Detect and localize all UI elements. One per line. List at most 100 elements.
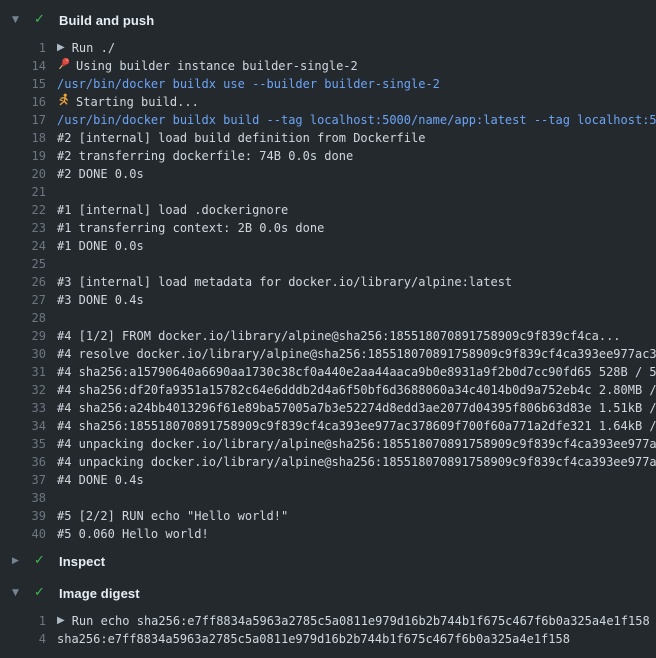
line-number[interactable]: 19 [0, 147, 46, 165]
log-line-text: #3 [internal] load metadata for docker.i… [57, 273, 512, 291]
log-line: 36 #4 unpacking docker.io/library/alpine… [0, 453, 656, 471]
line-number[interactable]: 27 [0, 291, 46, 309]
log-line-text: #1 [internal] load .dockerignore [57, 201, 288, 219]
log-line: 16 Starting build... [0, 93, 656, 111]
caret-down-icon[interactable]: ▼ [12, 583, 26, 603]
line-number[interactable]: 40 [0, 525, 46, 543]
line-number[interactable]: 14 [0, 57, 46, 75]
log-line: 17 /usr/bin/docker buildx build --tag lo… [0, 111, 656, 129]
log-line: 31 #4 sha256:a15790640a6690aa1730c38cf0a… [0, 363, 656, 381]
log-line: 30 #4 resolve docker.io/library/alpine@s… [0, 345, 656, 363]
log-line-text: #2 transferring dockerfile: 74B 0.0s don… [57, 147, 353, 165]
log-line-text: Using builder instance builder-single-2 [76, 57, 358, 75]
log-line: 1 ▶ Run echo sha256:e7ff8834a5963a2785c5a… [0, 612, 656, 630]
log-line-text: #4 sha256:df20fa9351a15782c64e6dddb2d4a6… [57, 381, 656, 399]
line-number[interactable]: 18 [0, 129, 46, 147]
log-line-text: #4 unpacking docker.io/library/alpine@sh… [57, 453, 656, 471]
log-line: 1 ▶ Run ./ [0, 39, 656, 57]
log-line: 24 #1 DONE 0.0s [0, 237, 656, 255]
log-section: ▶ ✓ Inspect [0, 551, 656, 571]
line-number[interactable]: 34 [0, 417, 46, 435]
log-line: 21 [0, 183, 656, 201]
line-number[interactable]: 1 [0, 39, 46, 57]
log-line-text: #4 resolve docker.io/library/alpine@sha2… [57, 345, 656, 363]
log-line-text: /usr/bin/docker buildx use --builder bui… [57, 75, 440, 93]
line-number[interactable]: 30 [0, 345, 46, 363]
log-line: 4 sha256:e7ff8834a5963a2785c5a0811e979d1… [0, 630, 656, 648]
success-check-icon: ✓ [34, 551, 49, 571]
log-line: 25 [0, 255, 656, 273]
section-title: Build and push [59, 13, 154, 28]
caret-right-icon[interactable]: ▶ [12, 551, 26, 571]
log-line: 22 #1 [internal] load .dockerignore [0, 201, 656, 219]
line-number[interactable]: 38 [0, 489, 46, 507]
line-number[interactable]: 26 [0, 273, 46, 291]
line-number[interactable]: 15 [0, 75, 46, 93]
log-line: 26 #3 [internal] load metadata for docke… [0, 273, 656, 291]
log-line: 28 [0, 309, 656, 327]
line-number[interactable]: 22 [0, 201, 46, 219]
success-check-icon: ✓ [34, 583, 49, 603]
log-line-text: #4 unpacking docker.io/library/alpine@sh… [57, 435, 656, 453]
log-lines: 1 ▶ Run echo sha256:e7ff8834a5963a2785c5a… [0, 603, 656, 656]
log-line-text: #2 DONE 0.0s [57, 165, 144, 183]
log-line: 35 #4 unpacking docker.io/library/alpine… [0, 435, 656, 453]
log-line: 38 [0, 489, 656, 507]
section-header[interactable]: ▼ ✓ Build and push [0, 10, 656, 30]
log-line: 37 #4 DONE 0.4s [0, 471, 656, 489]
section-header[interactable]: ▼ ✓ Image digest [0, 583, 656, 603]
log-line: 40 #5 0.060 Hello world! [0, 525, 656, 543]
group-caret-icon[interactable]: ▶ [57, 39, 65, 57]
caret-down-icon[interactable]: ▼ [12, 10, 26, 30]
log-line-text: #1 DONE 0.0s [57, 237, 144, 255]
log-line-text: #2 [internal] load build definition from… [57, 129, 425, 147]
log-line-text: #4 [1/2] FROM docker.io/library/alpine@s… [57, 327, 621, 345]
log-line-text: #4 DONE 0.4s [57, 471, 144, 489]
log-line-text: #3 DONE 0.4s [57, 291, 144, 309]
log-line: 32 #4 sha256:df20fa9351a15782c64e6dddb2d… [0, 381, 656, 399]
group-caret-icon[interactable]: ▶ [57, 612, 65, 630]
log-line-text: #5 0.060 Hello world! [57, 525, 209, 543]
log-line: 39 #5 [2/2] RUN echo "Hello world!" [0, 507, 656, 525]
log-line-text: Run ./ [72, 39, 115, 57]
line-number[interactable]: 31 [0, 363, 46, 381]
line-number[interactable]: 16 [0, 93, 46, 111]
log-line: 20 #2 DONE 0.0s [0, 165, 656, 183]
line-number[interactable]: 36 [0, 453, 46, 471]
log-lines: 1 ▶ Run ./ 14 Using builder instance buil… [0, 30, 656, 551]
log-line: 18 #2 [internal] load build definition f… [0, 129, 656, 147]
line-number[interactable]: 33 [0, 399, 46, 417]
line-number[interactable]: 24 [0, 237, 46, 255]
log-line-text: #4 sha256:a15790640a6690aa1730c38cf0a440… [57, 363, 656, 381]
line-number[interactable]: 29 [0, 327, 46, 345]
line-number[interactable]: 23 [0, 219, 46, 237]
section-header[interactable]: ▶ ✓ Inspect [0, 551, 656, 571]
section-title: Image digest [59, 586, 140, 601]
log-line-text: /usr/bin/docker buildx build --tag local… [57, 111, 656, 129]
log-line: 15 /usr/bin/docker buildx use --builder … [0, 75, 656, 93]
line-number[interactable]: 20 [0, 165, 46, 183]
log-section: ▼ ✓ Image digest 1 ▶ Run echo sha256:e7ff… [0, 583, 656, 656]
log-section: ▼ ✓ Build and push 1 ▶ Run ./ 14 Using bu… [0, 10, 656, 551]
log-line-text: Run echo sha256:e7ff8834a5963a2785c5a081… [72, 612, 650, 630]
line-number[interactable]: 1 [0, 612, 46, 630]
log-line: 14 Using builder instance builder-single… [0, 57, 656, 75]
runner-emoji-icon [57, 93, 71, 106]
line-number[interactable]: 32 [0, 381, 46, 399]
line-number[interactable]: 35 [0, 435, 46, 453]
log-line-text: Starting build... [76, 93, 199, 111]
line-number[interactable]: 4 [0, 630, 46, 648]
line-number[interactable]: 37 [0, 471, 46, 489]
line-number[interactable]: 25 [0, 255, 46, 273]
log-line-text: sha256:e7ff8834a5963a2785c5a0811e979d16b… [57, 630, 570, 648]
log-line: 27 #3 DONE 0.4s [0, 291, 656, 309]
actions-log-viewer: ▼ ✓ Build and push 1 ▶Run ./ 14 Using bu… [0, 0, 656, 658]
line-number[interactable]: 17 [0, 111, 46, 129]
log-line: 34 #4 sha256:185518070891758909c9f839cf4… [0, 417, 656, 435]
log-line: 19 #2 transferring dockerfile: 74B 0.0s … [0, 147, 656, 165]
line-number[interactable]: 39 [0, 507, 46, 525]
log-line-text: #4 sha256:185518070891758909c9f839cf4ca3… [57, 417, 656, 435]
line-number[interactable]: 28 [0, 309, 46, 327]
line-number[interactable]: 21 [0, 183, 46, 201]
log-line: 23 #1 transferring context: 2B 0.0s done [0, 219, 656, 237]
